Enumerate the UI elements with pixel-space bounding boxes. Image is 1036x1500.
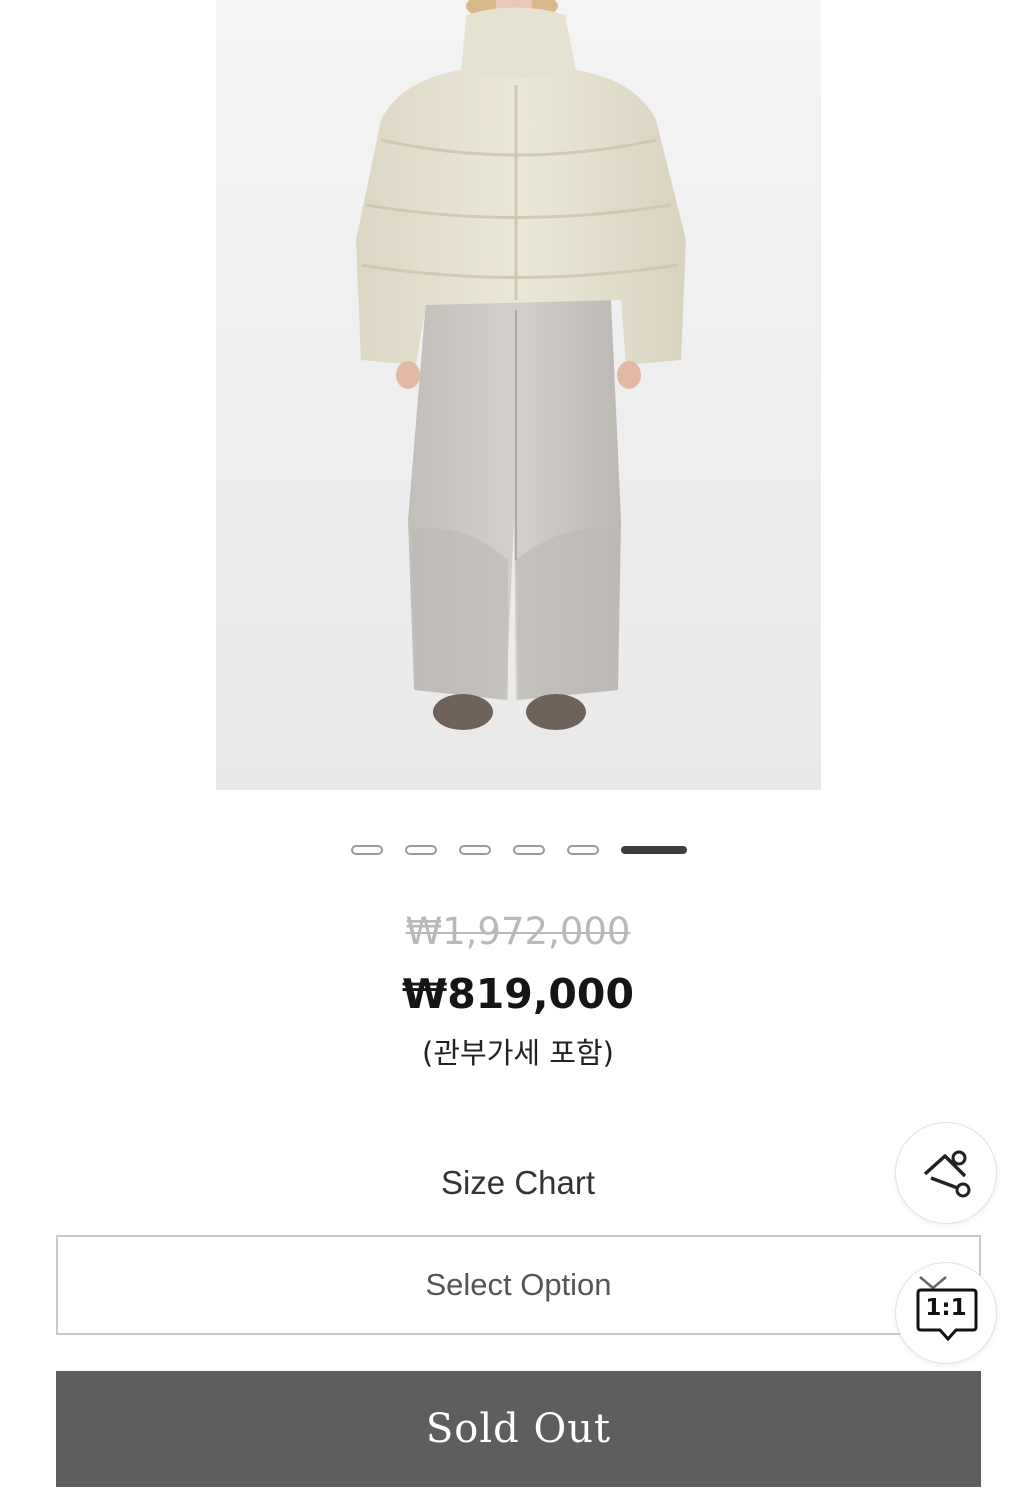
tax-note: (관부가세 포함) <box>422 1036 614 1070</box>
product-photo <box>216 0 821 790</box>
carousel-indicator-6-active[interactable] <box>621 846 687 854</box>
share-button[interactable] <box>895 1122 997 1224</box>
sold-out-label: Sold Out <box>425 1406 612 1452</box>
option-select-label: Select Option <box>425 1267 612 1302</box>
one-to-one-chat-button[interactable]: 1:1 <box>895 1262 997 1364</box>
chat-label: 1:1 <box>925 1295 967 1321</box>
carousel-indicators <box>0 845 1036 857</box>
carousel-indicator-2[interactable] <box>405 845 437 855</box>
carousel-indicator-5[interactable] <box>567 845 599 855</box>
option-select[interactable]: Select Option <box>56 1235 981 1335</box>
share-icon <box>923 1150 971 1198</box>
product-image[interactable] <box>216 0 821 790</box>
carousel-indicator-3[interactable] <box>459 845 491 855</box>
size-chart-link[interactable]: Size Chart <box>0 1164 1036 1202</box>
sold-out-button[interactable]: Sold Out <box>56 1371 981 1487</box>
sale-price: ₩819,000 <box>402 970 634 1018</box>
original-price: ₩1,972,000 <box>405 910 631 953</box>
carousel-indicator-4[interactable] <box>513 845 545 855</box>
carousel-indicator-1[interactable] <box>351 845 383 855</box>
